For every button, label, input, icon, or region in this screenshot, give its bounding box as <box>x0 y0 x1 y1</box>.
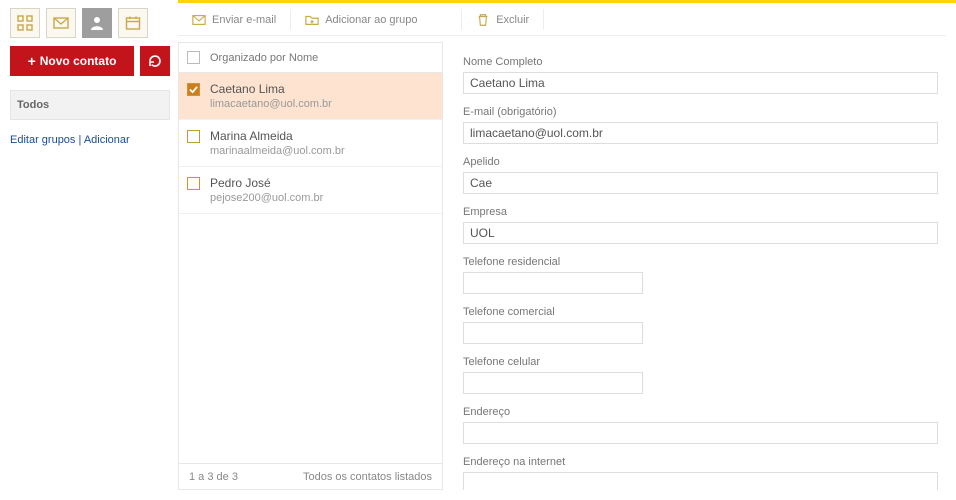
mail-icon <box>192 13 206 27</box>
input-nome[interactable] <box>463 72 938 94</box>
contact-list: Organizado por Nome Caetano Lima limacaet… <box>178 42 443 490</box>
label-endereco-web: Endereço na internet <box>463 456 938 468</box>
edit-groups-link[interactable]: Editar grupos <box>10 134 75 146</box>
refresh-button[interactable] <box>140 46 170 76</box>
check-icon <box>189 85 198 94</box>
label-tel-res: Telefone residencial <box>463 256 938 268</box>
toolbar-add-group-label: Adicionar ao grupo <box>325 14 417 26</box>
input-tel-com[interactable] <box>463 322 643 344</box>
mail-icon <box>53 15 69 31</box>
toolbar-send-email-label: Enviar e-mail <box>212 14 276 26</box>
new-contact-label: Novo contato <box>40 54 117 68</box>
sidebar: + Novo contato Todos Editar grupos | Adi… <box>10 8 170 146</box>
add-group-link[interactable]: Adicionar <box>84 134 130 146</box>
label-tel-com: Telefone comercial <box>463 306 938 318</box>
trash-icon <box>476 13 490 27</box>
label-tel-cel: Telefone celular <box>463 356 938 368</box>
input-apelido[interactable] <box>463 172 938 194</box>
mail-icon-button[interactable] <box>46 8 76 38</box>
contacts-container: Caetano Lima limacaetano@uol.com.br Marina… <box>179 73 442 463</box>
input-endereco-web[interactable] <box>463 472 938 490</box>
contact-info: Pedro José pejose200@uol.com.br <box>210 176 323 204</box>
input-endereco[interactable] <box>463 422 938 444</box>
contact-name: Pedro José <box>210 176 323 190</box>
calendar-icon <box>125 15 141 31</box>
folder-plus-icon <box>305 13 319 27</box>
input-empresa[interactable] <box>463 222 938 244</box>
contact-info: Marina Almeida marinaalmeida@uol.com.br <box>210 129 345 157</box>
toolbar-send-email[interactable]: Enviar e-mail <box>178 4 290 35</box>
select-all-checkbox[interactable] <box>187 51 200 64</box>
contact-checkbox[interactable] <box>187 130 200 143</box>
group-item-todos[interactable]: Todos <box>10 90 170 120</box>
refresh-icon <box>147 53 163 69</box>
label-email: E-mail (obrigatório) <box>463 106 938 118</box>
plus-icon: + <box>28 53 36 69</box>
toolbar-add-group[interactable]: Adicionar ao grupo <box>291 4 461 35</box>
contact-row[interactable]: Pedro José pejose200@uol.com.br <box>179 167 442 214</box>
divider <box>543 9 544 30</box>
grid-icon <box>17 15 33 31</box>
list-footer-status: Todos os contatos listados <box>303 471 432 483</box>
group-links: Editar grupos | Adicionar <box>10 134 170 146</box>
list-header[interactable]: Organizado por Nome <box>179 43 442 73</box>
contacts-icon-button[interactable] <box>82 8 112 38</box>
list-header-label: Organizado por Nome <box>210 52 318 64</box>
group-item-label: Todos <box>17 99 49 111</box>
contact-checkbox[interactable] <box>187 177 200 190</box>
accent-bar <box>178 0 956 3</box>
label-nome: Nome Completo <box>463 56 938 68</box>
contact-info: Caetano Lima limacaetano@uol.com.br <box>210 82 332 110</box>
contact-row[interactable]: Marina Almeida marinaalmeida@uol.com.br <box>179 120 442 167</box>
label-empresa: Empresa <box>463 206 938 218</box>
label-apelido: Apelido <box>463 156 938 168</box>
contact-email: marinaalmeida@uol.com.br <box>210 145 345 157</box>
toolbar: Enviar e-mail Adicionar ao grupo Excluir <box>178 4 946 36</box>
toolbar-delete[interactable]: Excluir <box>462 4 543 35</box>
groups-list: Todos <box>10 90 170 120</box>
contact-checkbox[interactable] <box>187 83 200 96</box>
calendar-icon-button[interactable] <box>118 8 148 38</box>
contact-email: pejose200@uol.com.br <box>210 192 323 204</box>
input-email[interactable] <box>463 122 938 144</box>
contact-name: Caetano Lima <box>210 82 332 96</box>
contact-email: limacaetano@uol.com.br <box>210 98 332 110</box>
list-footer: 1 a 3 de 3 Todos os contatos listados <box>179 463 442 489</box>
input-tel-res[interactable] <box>463 272 643 294</box>
input-tel-cel[interactable] <box>463 372 643 394</box>
label-endereco: Endereço <box>463 406 938 418</box>
contact-row[interactable]: Caetano Lima limacaetano@uol.com.br <box>179 73 442 120</box>
contact-name: Marina Almeida <box>210 129 345 143</box>
person-icon <box>89 15 105 31</box>
toolbar-delete-label: Excluir <box>496 14 529 26</box>
apps-icon-button[interactable] <box>10 8 40 38</box>
list-footer-count: 1 a 3 de 3 <box>189 471 238 483</box>
new-contact-button[interactable]: + Novo contato <box>10 46 134 76</box>
contact-form: Nome Completo E-mail (obrigatório) Apeli… <box>455 42 946 490</box>
nav-icons <box>10 8 170 38</box>
